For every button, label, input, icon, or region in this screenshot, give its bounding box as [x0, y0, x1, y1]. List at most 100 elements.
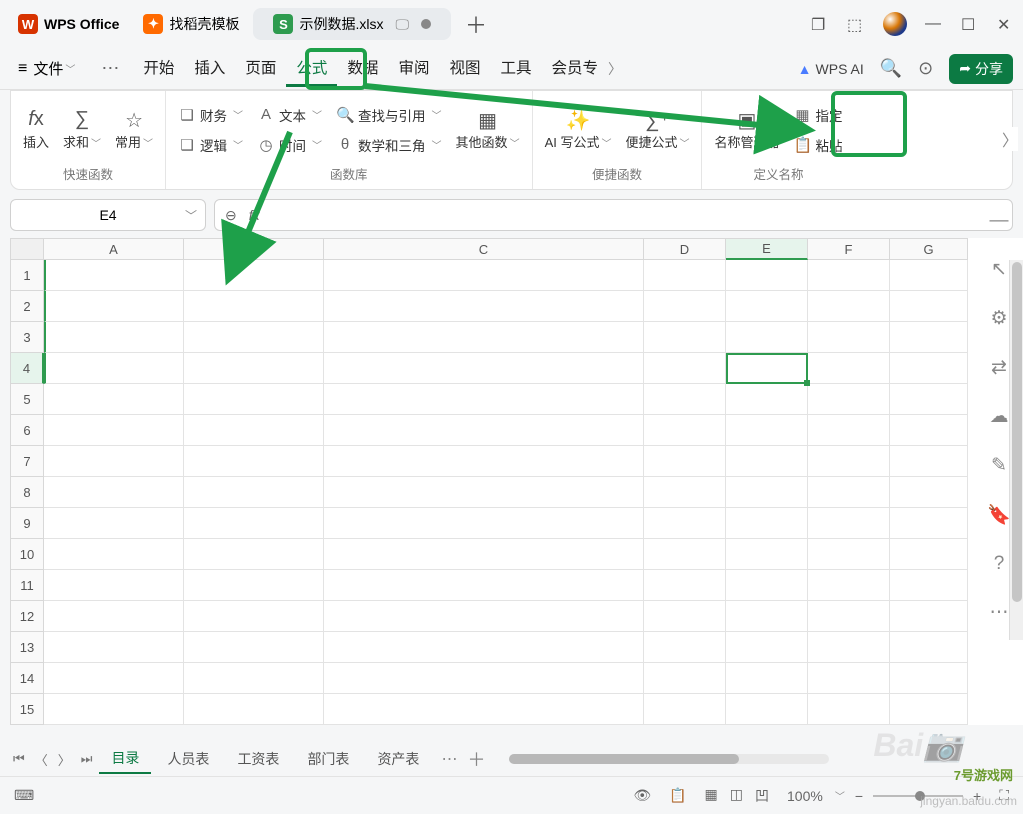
- cell[interactable]: [184, 415, 324, 446]
- tab-tools[interactable]: 工具: [490, 50, 541, 87]
- cell[interactable]: [644, 601, 726, 632]
- cell[interactable]: [890, 291, 968, 322]
- paste-button[interactable]: 📋粘贴: [794, 135, 843, 155]
- cell[interactable]: [890, 539, 968, 570]
- finance-button[interactable]: ❑财务﹀: [178, 105, 243, 125]
- assign-button[interactable]: ▦指定: [794, 105, 843, 125]
- cell[interactable]: [44, 539, 184, 570]
- cell[interactable]: [726, 322, 808, 353]
- cell[interactable]: [44, 477, 184, 508]
- document-tab[interactable]: S 示例数据.xlsx 🖵: [253, 8, 451, 40]
- fx-icon[interactable]: fx: [249, 207, 260, 223]
- cell[interactable]: [324, 632, 644, 663]
- cell[interactable]: [184, 632, 324, 663]
- zoom-out-icon[interactable]: −: [855, 788, 863, 804]
- last-sheet-icon[interactable]: ⏭: [78, 751, 96, 767]
- page-break-icon[interactable]: 凹: [755, 786, 769, 806]
- cell[interactable]: [184, 508, 324, 539]
- minus-icon[interactable]: —: [990, 210, 1009, 232]
- scrollbar-thumb[interactable]: [509, 754, 739, 764]
- normal-view-icon[interactable]: ▦: [705, 786, 718, 806]
- close-window-icon[interactable]: ✕: [997, 15, 1015, 33]
- add-tab-button[interactable]: ＋: [465, 8, 487, 40]
- restore-down-icon[interactable]: ❐: [811, 15, 829, 33]
- sheet-tab[interactable]: 人员表: [155, 745, 221, 773]
- more-dots-icon[interactable]: ⋯: [990, 601, 1009, 624]
- cell[interactable]: [644, 291, 726, 322]
- cell[interactable]: [726, 291, 808, 322]
- wps-ai-button[interactable]: ▲ WPS AI: [798, 61, 864, 77]
- cell[interactable]: [324, 446, 644, 477]
- cell[interactable]: [726, 539, 808, 570]
- cell[interactable]: [324, 663, 644, 694]
- layout-icon[interactable]: ⇄: [991, 356, 1007, 379]
- cell[interactable]: [808, 322, 890, 353]
- tab-view[interactable]: 视图: [439, 50, 490, 87]
- row-header[interactable]: 3: [10, 322, 44, 353]
- cell[interactable]: [324, 570, 644, 601]
- cell[interactable]: [644, 446, 726, 477]
- cell[interactable]: [324, 508, 644, 539]
- tab-data[interactable]: 数据: [337, 50, 388, 87]
- cell[interactable]: [808, 260, 890, 291]
- cell[interactable]: [890, 384, 968, 415]
- tools-icon[interactable]: ✎: [991, 454, 1007, 477]
- eye-icon[interactable]: 👁: [633, 787, 651, 804]
- cell[interactable]: [184, 601, 324, 632]
- common-button[interactable]: ☆ 常用﹀: [115, 108, 153, 151]
- cell[interactable]: [644, 415, 726, 446]
- cell[interactable]: [324, 322, 644, 353]
- name-box[interactable]: E4 ﹀: [10, 199, 206, 231]
- cell[interactable]: [184, 260, 324, 291]
- cell[interactable]: [324, 694, 644, 725]
- avatar[interactable]: [883, 12, 907, 36]
- column-header[interactable]: A: [44, 238, 184, 260]
- insert-function-button[interactable]: fx 插入: [23, 108, 49, 151]
- tab-start[interactable]: 开始: [133, 50, 184, 87]
- cell[interactable]: [808, 694, 890, 725]
- more-sheets-icon[interactable]: ⋯: [441, 749, 457, 769]
- cell[interactable]: [324, 415, 644, 446]
- cell[interactable]: [808, 508, 890, 539]
- quick-formula-button[interactable]: ∑⁺ 便捷公式﹀: [625, 108, 689, 151]
- cell[interactable]: [808, 415, 890, 446]
- row-header[interactable]: 9: [10, 508, 44, 539]
- cell[interactable]: [44, 322, 184, 353]
- cell[interactable]: [44, 353, 184, 384]
- column-header[interactable]: F: [808, 238, 890, 260]
- cell[interactable]: [324, 601, 644, 632]
- cell[interactable]: [890, 508, 968, 539]
- cell[interactable]: [808, 539, 890, 570]
- cell[interactable]: [324, 539, 644, 570]
- cell[interactable]: [644, 632, 726, 663]
- tab-insert[interactable]: 插入: [184, 50, 235, 87]
- cell[interactable]: [324, 384, 644, 415]
- ribbon-scroll-right-icon[interactable]: 〉: [1002, 127, 1018, 151]
- template-tab[interactable]: ✦ 找稻壳模板: [133, 10, 249, 38]
- keyboard-icon[interactable]: ⌨: [14, 787, 34, 804]
- cell[interactable]: [644, 570, 726, 601]
- column-header[interactable]: E: [726, 238, 808, 260]
- add-sheet-icon[interactable]: ＋: [467, 746, 485, 772]
- row-header[interactable]: 15: [10, 694, 44, 725]
- text-button[interactable]: A文本﹀: [257, 105, 322, 125]
- cell[interactable]: [890, 477, 968, 508]
- prev-sheet-icon[interactable]: 〈: [32, 750, 51, 769]
- cell[interactable]: [890, 570, 968, 601]
- cell[interactable]: [890, 446, 968, 477]
- cell[interactable]: [726, 508, 808, 539]
- cell[interactable]: [184, 446, 324, 477]
- row-header[interactable]: 5: [10, 384, 44, 415]
- more-icon[interactable]: ⋯: [101, 58, 119, 79]
- horizontal-scrollbar[interactable]: [509, 754, 829, 764]
- cell[interactable]: [44, 260, 184, 291]
- cell[interactable]: [644, 384, 726, 415]
- ai-formula-button[interactable]: ✨ AI 写公式﹀: [545, 108, 612, 151]
- next-sheet-icon[interactable]: 〉: [55, 750, 74, 769]
- cell[interactable]: [808, 291, 890, 322]
- cell[interactable]: [644, 322, 726, 353]
- column-header[interactable]: B: [184, 238, 324, 260]
- lookup-button[interactable]: 🔍查找与引用﹀: [336, 105, 442, 125]
- cell[interactable]: [890, 601, 968, 632]
- file-menu[interactable]: ≡ 文件 ﹀: [10, 54, 83, 83]
